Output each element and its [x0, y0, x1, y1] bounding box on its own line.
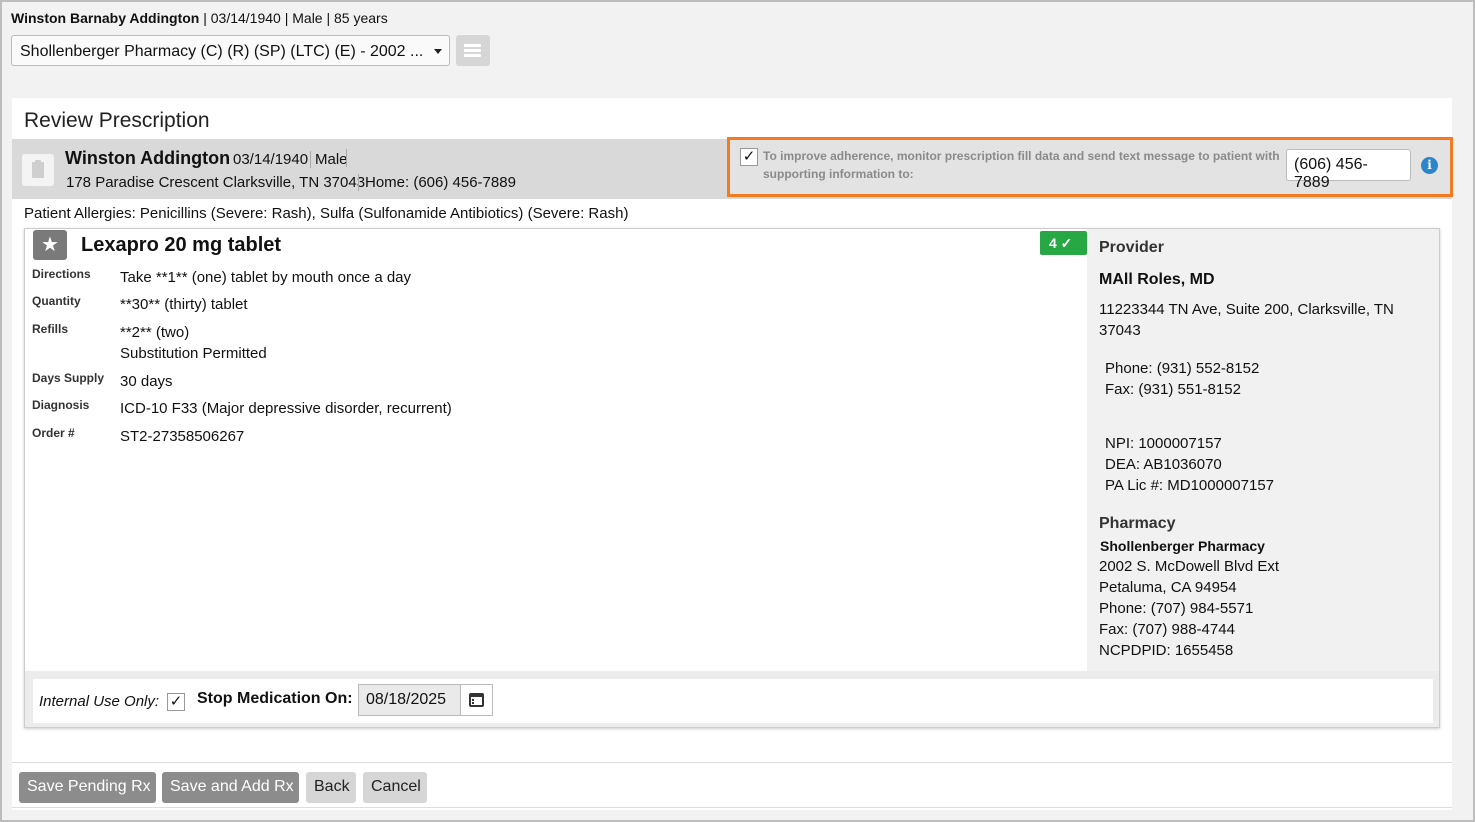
save-and-add-rx-button[interactable]: Save and Add Rx — [162, 772, 299, 803]
chevron-down-icon — [434, 49, 442, 54]
refills-label: Refills — [32, 322, 69, 336]
pharmacy-address-1: 2002 S. McDowell Blvd Ext — [1099, 558, 1280, 575]
divider — [346, 149, 347, 167]
pharmacy-address-2: Petaluma, CA 94954 — [1099, 579, 1237, 596]
patient-name: Winston Addington — [65, 148, 231, 168]
stop-medication-label: Stop Medication On: — [197, 690, 353, 707]
patient-header-name: Winston Barnaby Addington — [11, 10, 200, 26]
internal-use-checkbox[interactable]: ✓ — [167, 693, 185, 711]
back-button[interactable]: Back — [306, 772, 356, 803]
quantity-label: Quantity — [32, 294, 81, 308]
pharmacy-ncpdpid: NCPDPID: 1655458 — [1099, 642, 1234, 659]
pharmacy-name: Shollenberger Pharmacy — [1100, 538, 1265, 554]
provider-fax: Fax: (931) 551-8152 — [1105, 381, 1241, 398]
provider-address-1: 11223344 TN Ave, Suite 200, Clarksville,… — [1099, 301, 1394, 318]
calendar-button[interactable] — [460, 684, 493, 716]
adherence-phone-input[interactable]: (606) 456-7889 — [1286, 149, 1411, 191]
adherence-box: ✓ To improve adherence, monitor prescrip… — [727, 137, 1453, 197]
pharmacy-fax: Fax: (707) 988-4744 — [1099, 621, 1235, 638]
save-pending-rx-button[interactable]: Save Pending Rx — [19, 772, 156, 803]
internal-use-label: Internal Use Only: — [39, 693, 160, 710]
provider-name: MAll Roles, MD — [1099, 271, 1215, 288]
patient-address: 178 Paradise Crescent Clarksville, TN 37… — [66, 174, 366, 191]
days-supply-value: 30 days — [120, 373, 173, 390]
review-panel: Review Prescription Winston Addington 03… — [12, 98, 1453, 810]
provider-dea: DEA: AB1036070 — [1105, 456, 1222, 473]
stop-medication-row: Internal Use Only: ✓ Stop Medication On:… — [33, 679, 1433, 723]
adherence-text: To improve adherence, monitor prescripti… — [763, 149, 1280, 181]
directions-label: Directions — [32, 267, 91, 281]
clipboard-icon — [22, 154, 54, 186]
check-count-badge[interactable]: 4 ✓ — [1040, 231, 1087, 255]
calendar-icon — [469, 693, 484, 707]
page-title: Review Prescription — [24, 109, 210, 132]
favorite-star-button[interactable]: ★ — [33, 230, 67, 260]
provider-address-2: 37043 — [1099, 322, 1141, 339]
patient-dob: 03/14/1940 — [233, 151, 309, 168]
refills-value: **2** (two) — [120, 324, 190, 341]
pharmacy-phone: Phone: (707) 984-5571 — [1099, 600, 1254, 617]
patient-home-phone: Home: (606) 456-7889 — [358, 174, 516, 191]
stop-date-input[interactable]: 08/18/2025 — [358, 684, 461, 716]
provider-phone: Phone: (931) 552-8152 — [1105, 360, 1260, 377]
order-value: ST2-27358506267 — [120, 428, 245, 445]
diagnosis-label: Diagnosis — [32, 398, 90, 412]
pharmacy-heading: Pharmacy — [1099, 515, 1176, 532]
star-icon: ★ — [41, 234, 59, 256]
order-label: Order # — [32, 426, 75, 440]
patient-header-meta: | 03/14/1940 | Male | 85 years — [199, 10, 388, 26]
list-button[interactable] — [456, 35, 490, 66]
patient-header: Winston Barnaby Addington | 03/14/1940 |… — [11, 10, 388, 26]
provider-npi: NPI: 1000007157 — [1105, 435, 1222, 452]
info-icon[interactable]: i — [1421, 157, 1438, 174]
provider-heading: Provider — [1099, 239, 1164, 256]
cancel-button[interactable]: Cancel — [363, 772, 427, 803]
provider-license: PA Lic #: MD1000007157 — [1105, 477, 1275, 494]
stop-medication-bar: Internal Use Only: ✓ Stop Medication On:… — [25, 671, 1439, 727]
substitution-value: Substitution Permitted — [120, 345, 267, 362]
directions-value: Take **1** (one) tablet by mouth once a … — [120, 269, 412, 286]
divider — [12, 762, 1452, 763]
drug-name: Lexapro 20 mg tablet — [81, 234, 282, 256]
prescription-details: ★ Lexapro 20 mg tablet 4 ✓ Directions Ta… — [25, 229, 1087, 671]
pharmacy-select[interactable]: Shollenberger Pharmacy (C) (R) (SP) (LTC… — [11, 35, 450, 66]
adherence-checkbox[interactable]: ✓ — [740, 148, 758, 166]
days-supply-label: Days Supply — [32, 371, 105, 385]
quantity-value: **30** (thirty) tablet — [120, 296, 248, 313]
divider — [12, 807, 1452, 808]
provider-pharmacy-panel: Provider MAll Roles, MD 11223344 TN Ave,… — [1087, 229, 1439, 671]
patient-allergies: Patient Allergies: Penicillins (Severe: … — [24, 205, 629, 222]
diagnosis-value: ICD-10 F33 (Major depressive disorder, r… — [120, 400, 452, 417]
prescription-card: ★ Lexapro 20 mg tablet 4 ✓ Directions Ta… — [24, 228, 1440, 728]
pharmacy-select-value: Shollenberger Pharmacy (C) (R) (SP) (LTC… — [20, 43, 424, 60]
patient-sex: Male — [310, 151, 348, 168]
